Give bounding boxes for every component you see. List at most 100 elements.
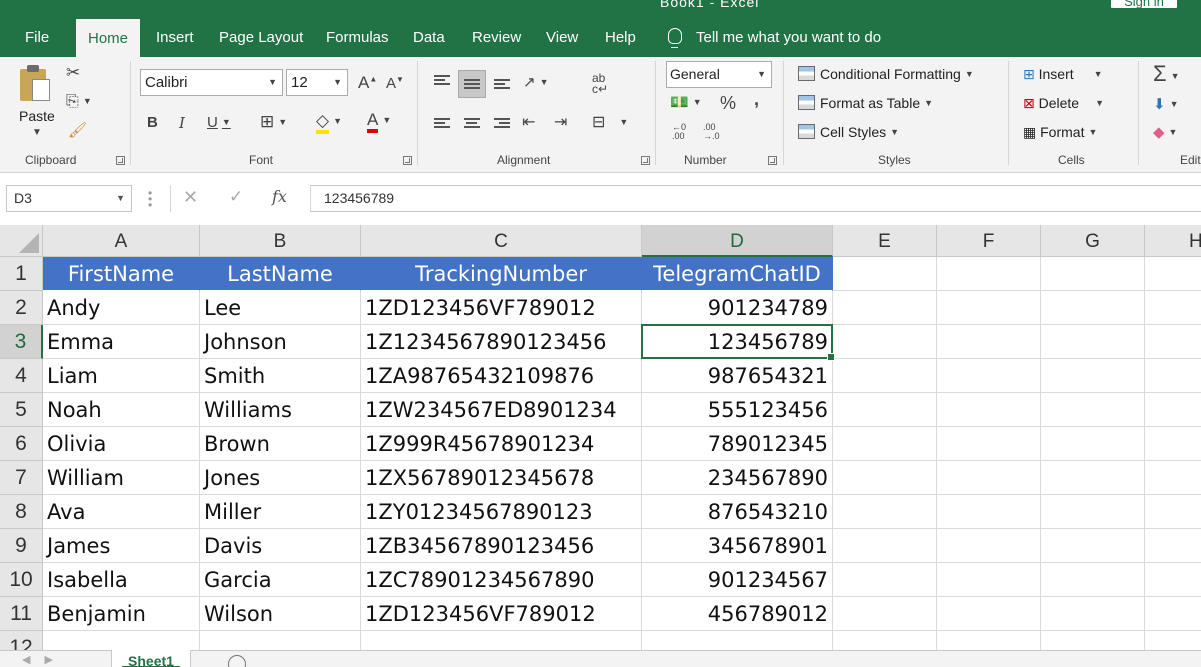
cell-e5[interactable] [833, 393, 937, 427]
cell-c1[interactable]: TrackingNumber [361, 257, 642, 291]
cell-c6[interactable]: 1Z999R45678901234 [361, 427, 642, 461]
fill-color-icon[interactable]: ◇ ▼ [316, 111, 342, 134]
top-align-icon[interactable] [434, 75, 450, 87]
sheet-tab-sheet1[interactable]: Sheet1 [111, 650, 191, 667]
row-header-6[interactable]: 6 [0, 427, 43, 461]
cell-d4[interactable]: 987654321 [642, 359, 833, 393]
paste-icon[interactable] [20, 65, 52, 103]
tab-home[interactable]: Home [76, 19, 141, 57]
cell-d2[interactable]: 901234789 [642, 291, 833, 325]
cell-c4[interactable]: 1ZA98765432109876 [361, 359, 642, 393]
column-header-d[interactable]: D [642, 225, 833, 257]
paste-dropdown-icon[interactable]: ▼ [32, 127, 42, 138]
cell-h6[interactable] [1145, 427, 1201, 461]
cell-f2[interactable] [937, 291, 1041, 325]
cell-a11[interactable]: Benjamin [43, 597, 200, 631]
bold-button[interactable]: B [147, 114, 158, 131]
cell-d12[interactable] [642, 631, 833, 650]
cell-d10[interactable]: 901234567 [642, 563, 833, 597]
cell-a6[interactable]: Olivia [43, 427, 200, 461]
cell-f10[interactable] [937, 563, 1041, 597]
row-header-1[interactable]: 1 [0, 257, 43, 291]
tab-formulas[interactable]: Formulas [326, 18, 389, 57]
cell-styles-button[interactable]: Cell Styles ▼ [798, 124, 899, 140]
paste-button[interactable]: Paste [19, 108, 55, 124]
cell-c2[interactable]: 1ZD123456VF789012 [361, 291, 642, 325]
middle-align-button[interactable] [458, 70, 486, 98]
grow-font-icon[interactable]: A▲ [358, 73, 377, 93]
row-header-4[interactable]: 4 [0, 359, 43, 393]
cut-icon[interactable]: ✂ [66, 63, 80, 83]
cell-c11[interactable]: 1ZD123456VF789012 [361, 597, 642, 631]
cell-e6[interactable] [833, 427, 937, 461]
column-header-a[interactable]: A [43, 225, 200, 257]
cell-e4[interactable] [833, 359, 937, 393]
row-header-10[interactable]: 10 [0, 563, 43, 597]
cell-d9[interactable]: 345678901 [642, 529, 833, 563]
cell-a5[interactable]: Noah [43, 393, 200, 427]
cell-g5[interactable] [1041, 393, 1145, 427]
fill-down-icon[interactable]: ⬇ ▼ [1153, 95, 1179, 113]
cell-f4[interactable] [937, 359, 1041, 393]
cell-c12[interactable] [361, 631, 642, 650]
cell-c7[interactable]: 1ZX56789012345678 [361, 461, 642, 495]
cell-g6[interactable] [1041, 427, 1145, 461]
alignment-launcher-icon[interactable] [641, 156, 650, 165]
insert-cells-button[interactable]: ⊞ Insert ▼ [1023, 66, 1103, 83]
cell-g1[interactable] [1041, 257, 1145, 291]
tell-me-search[interactable]: Tell me what you want to do [668, 18, 881, 57]
cell-g12[interactable] [1041, 631, 1145, 650]
cell-g7[interactable] [1041, 461, 1145, 495]
cell-f5[interactable] [937, 393, 1041, 427]
cell-f1[interactable] [937, 257, 1041, 291]
tab-view[interactable]: View [546, 18, 578, 57]
cell-d11[interactable]: 456789012 [642, 597, 833, 631]
cell-a1[interactable]: FirstName [43, 257, 200, 291]
cell-h7[interactable] [1145, 461, 1201, 495]
wrap-text-icon[interactable]: ab c↵ [592, 72, 608, 95]
cell-a4[interactable]: Liam [43, 359, 200, 393]
cell-g11[interactable] [1041, 597, 1145, 631]
format-as-table-button[interactable]: Format as Table ▼ [798, 95, 933, 111]
cell-e2[interactable] [833, 291, 937, 325]
cell-b8[interactable]: Miller [200, 495, 361, 529]
cell-g4[interactable] [1041, 359, 1145, 393]
cell-d7[interactable]: 234567890 [642, 461, 833, 495]
tab-insert[interactable]: Insert [156, 18, 194, 57]
format-cells-button[interactable]: ▦ Format ▼ [1023, 124, 1097, 141]
cell-a12[interactable] [43, 631, 200, 650]
column-header-f[interactable]: F [937, 225, 1041, 257]
row-header-5[interactable]: 5 [0, 393, 43, 427]
increase-indent-icon[interactable]: ⇥ [554, 112, 567, 132]
font-name-input[interactable]: Calibri ▼ [140, 69, 283, 96]
number-launcher-icon[interactable] [768, 156, 777, 165]
font-color-icon[interactable]: A ▼ [367, 110, 391, 133]
cell-f6[interactable] [937, 427, 1041, 461]
cell-b11[interactable]: Wilson [200, 597, 361, 631]
cell-e7[interactable] [833, 461, 937, 495]
font-launcher-icon[interactable] [403, 156, 412, 165]
cell-h3[interactable] [1145, 325, 1201, 359]
column-header-c[interactable]: C [361, 225, 642, 257]
row-header-9[interactable]: 9 [0, 529, 43, 563]
cell-c10[interactable]: 1ZC78901234567890 [361, 563, 642, 597]
cell-c3[interactable]: 1Z1234567890123456 [361, 325, 642, 359]
accounting-format-icon[interactable]: 💵 ▼ [670, 93, 702, 111]
merge-center-icon[interactable]: ⊟ ▼ [592, 112, 628, 132]
number-format-select[interactable]: General ▼ [666, 61, 772, 88]
cell-f12[interactable] [937, 631, 1041, 650]
percent-style-button[interactable]: % [720, 93, 736, 114]
cell-f7[interactable] [937, 461, 1041, 495]
cell-g2[interactable] [1041, 291, 1145, 325]
cell-h5[interactable] [1145, 393, 1201, 427]
decrease-decimal-icon[interactable]: .00 →.0 [703, 123, 720, 141]
select-all-button[interactable] [0, 225, 43, 257]
font-size-input[interactable]: 12 ▼ [286, 69, 348, 96]
cell-g10[interactable] [1041, 563, 1145, 597]
conditional-formatting-button[interactable]: Conditional Formatting ▼ [798, 66, 974, 82]
cell-b5[interactable]: Williams [200, 393, 361, 427]
cell-e12[interactable] [833, 631, 937, 650]
confirm-entry-icon[interactable]: ✓ [229, 187, 243, 207]
sign-in-button[interactable]: Sign in [1111, 0, 1177, 9]
cell-b10[interactable]: Garcia [200, 563, 361, 597]
